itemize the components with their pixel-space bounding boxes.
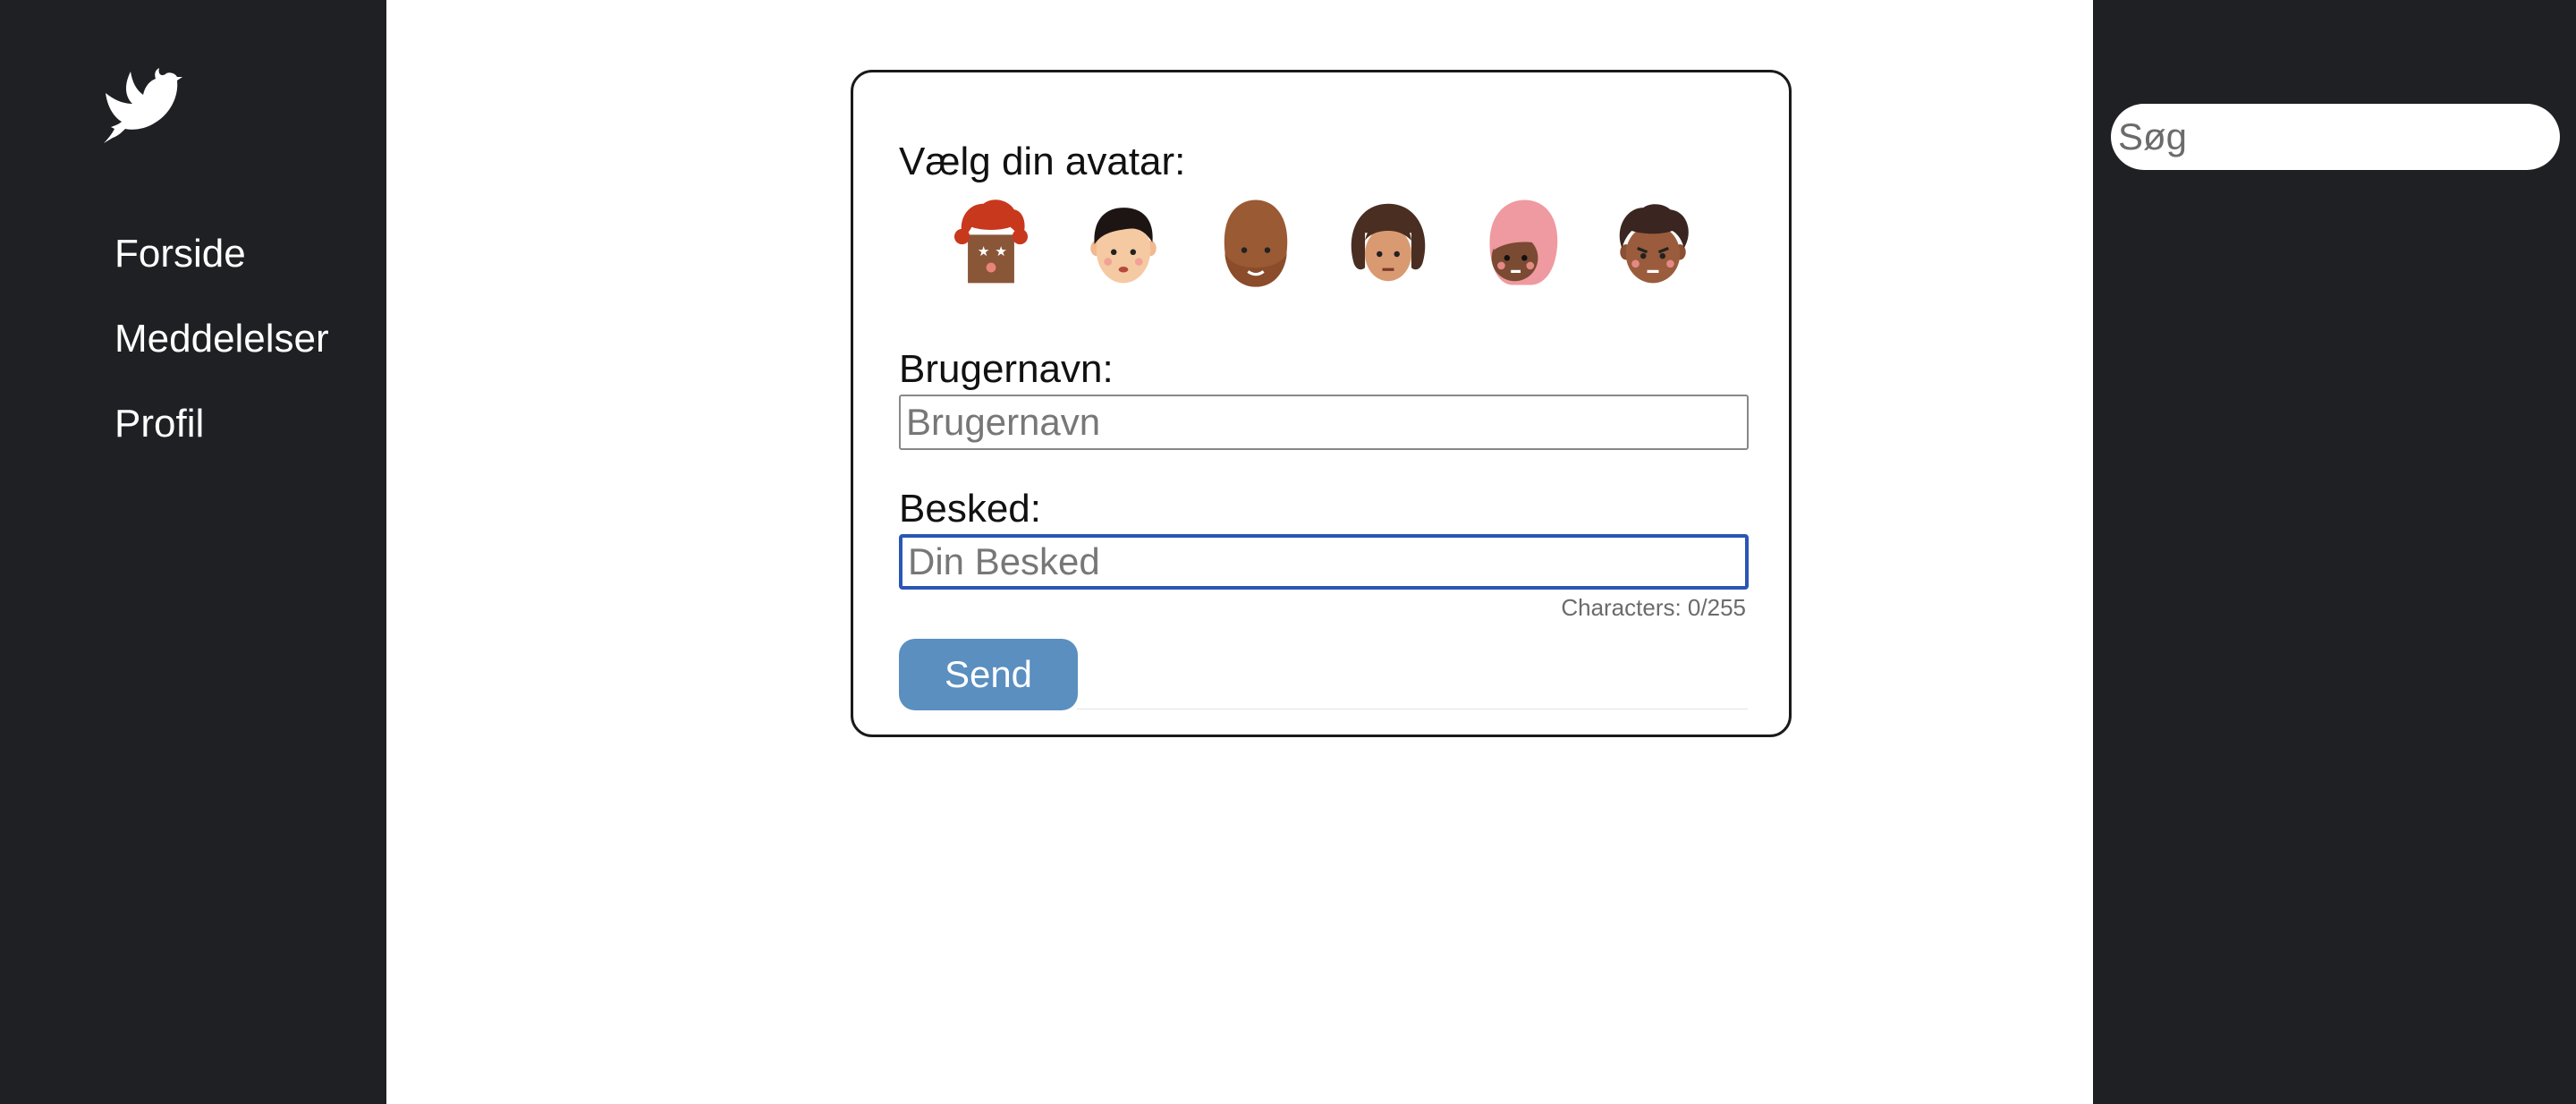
message-input[interactable] — [899, 534, 1749, 590]
left-sidebar: Forside Meddelelser Profil — [0, 0, 386, 1104]
send-button[interactable]: Send — [899, 639, 1078, 710]
avatar-option-1[interactable]: ★ ★ — [943, 194, 1039, 291]
avatar-option-2[interactable] — [1075, 194, 1172, 291]
message-label: Besked: — [899, 487, 1041, 531]
avatar-picker: ★ ★ — [943, 194, 1703, 293]
dove-logo-icon[interactable] — [104, 66, 182, 145]
nav-item-forside[interactable]: Forside — [114, 234, 246, 274]
svg-text:★: ★ — [978, 243, 990, 259]
search-input[interactable] — [2111, 104, 2560, 170]
avatar-option-3[interactable] — [1208, 194, 1304, 291]
username-input[interactable] — [899, 395, 1749, 450]
nav-item-meddelelser[interactable]: Meddelelser — [114, 319, 329, 359]
avatar-label: Vælg din avatar: — [899, 140, 1186, 183]
character-counter: Characters: 0/255 — [1561, 594, 1746, 621]
username-label: Brugernavn: — [899, 347, 1114, 391]
avatar-option-5[interactable] — [1472, 194, 1569, 291]
message-form-card: Vælg din avatar: ★ ★ Brugernavn: Brugern… — [851, 70, 1792, 737]
nav-item-profil[interactable]: Profil — [114, 404, 204, 444]
avatar-option-6[interactable] — [1605, 194, 1701, 291]
svg-text:★: ★ — [995, 243, 1007, 259]
avatar-option-4[interactable] — [1340, 194, 1436, 291]
